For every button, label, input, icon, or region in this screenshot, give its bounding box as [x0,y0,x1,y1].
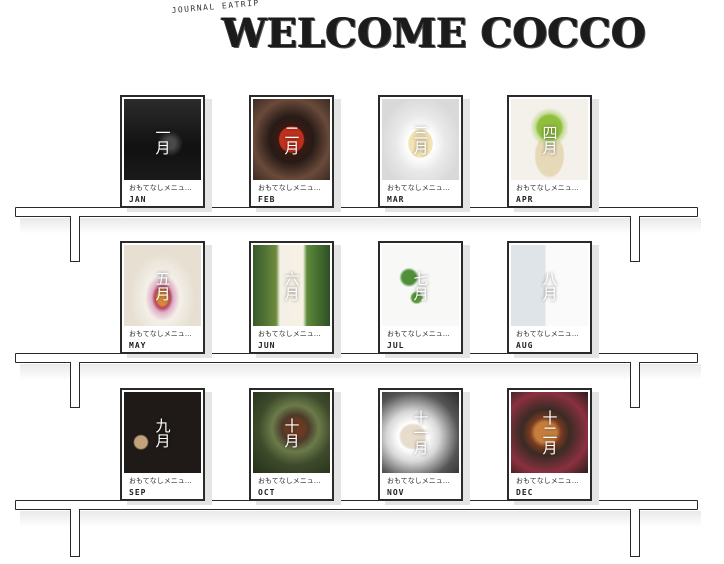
card-photo: 十一月 [382,392,459,473]
shelf-leg [630,216,640,262]
month-kanji: 十一月 [411,410,430,455]
month-card-feb[interactable]: 二月 おもてなしメニュ… FEB [249,95,334,208]
card-photo: 六月 [253,245,330,326]
card-photo: 七月 [382,245,459,326]
menu-label: おもてなしメニュ… [129,330,192,338]
month-card-mar[interactable]: 三月 おもてなしメニュ… MAR [378,95,463,208]
month-kanji: 六月 [282,270,301,301]
site-header: JOURNAL EATRIP WELCOME COCCO [0,0,724,70]
month-card-apr[interactable]: 四月 おもてなしメニュ… APR [507,95,592,208]
month-card-jul[interactable]: 七月 おもてなしメニュ… JUL [378,241,463,354]
month-card-jan[interactable]: 一月 おもてなしメニュ… JAN [120,95,205,208]
shelf-leg [630,362,640,408]
menu-label: おもてなしメニュ… [258,477,321,485]
menu-label: おもてなしメニュ… [258,330,321,338]
month-label: JUL [387,341,405,350]
shelf-leg [70,509,80,557]
card-photo: 五月 [124,245,201,326]
menu-label: おもてなしメニュ… [516,477,579,485]
month-label: FEB [258,195,276,204]
shelf-leg [70,362,80,408]
month-card-may[interactable]: 五月 おもてなしメニュ… MAY [120,241,205,354]
month-card-oct[interactable]: 十月 おもてなしメニュ… OCT [249,388,334,501]
month-label: APR [516,195,534,204]
month-label: SEP [129,488,147,497]
month-kanji: 七月 [411,270,430,301]
menu-label: おもてなしメニュ… [258,184,321,192]
shelf-leg [630,509,640,557]
month-kanji: 三月 [411,124,430,155]
menu-label: おもてなしメニュ… [516,184,579,192]
month-kanji: 五月 [153,270,172,301]
menu-label: おもてなしメニュ… [387,184,450,192]
month-kanji: 十月 [282,417,301,448]
month-card-sep[interactable]: 九月 おもてなしメニュ… SEP [120,388,205,501]
card-photo: 二月 [253,99,330,180]
card-photo: 十月 [253,392,330,473]
month-card-nov[interactable]: 十一月 おもてなしメニュ… NOV [378,388,463,501]
card-photo: 九月 [124,392,201,473]
month-label: JUN [258,341,276,350]
month-kanji: 二月 [282,124,301,155]
month-label: AUG [516,341,534,350]
shelf-middle [15,353,701,380]
menu-label: おもてなしメニュ… [387,477,450,485]
menu-label: おもてなしメニュ… [387,330,450,338]
menu-label: おもてなしメニュ… [516,330,579,338]
month-kanji: 十二月 [540,410,559,455]
shelf-top [15,207,701,234]
card-photo: 三月 [382,99,459,180]
month-label: MAR [387,195,405,204]
card-photo: 十二月 [511,392,588,473]
shelf-bottom [15,500,701,527]
month-label: OCT [258,488,276,497]
card-photo: 八月 [511,245,588,326]
site-logo[interactable]: WELCOME COCCO [222,12,646,56]
month-kanji: 八月 [540,270,559,301]
month-kanji: 四月 [540,124,559,155]
month-card-aug[interactable]: 八月 おもてなしメニュ… AUG [507,241,592,354]
month-label: MAY [129,341,147,350]
month-kanji: 一月 [153,124,172,155]
card-photo: 一月 [124,99,201,180]
card-photo: 四月 [511,99,588,180]
month-label: DEC [516,488,534,497]
menu-label: おもてなしメニュ… [129,184,192,192]
shelf-leg [70,216,80,262]
month-kanji: 九月 [153,417,172,448]
month-label: JAN [129,195,147,204]
month-label: NOV [387,488,405,497]
month-card-jun[interactable]: 六月 おもてなしメニュ… JUN [249,241,334,354]
menu-label: おもてなしメニュ… [129,477,192,485]
month-card-dec[interactable]: 十二月 おもてなしメニュ… DEC [507,388,592,501]
